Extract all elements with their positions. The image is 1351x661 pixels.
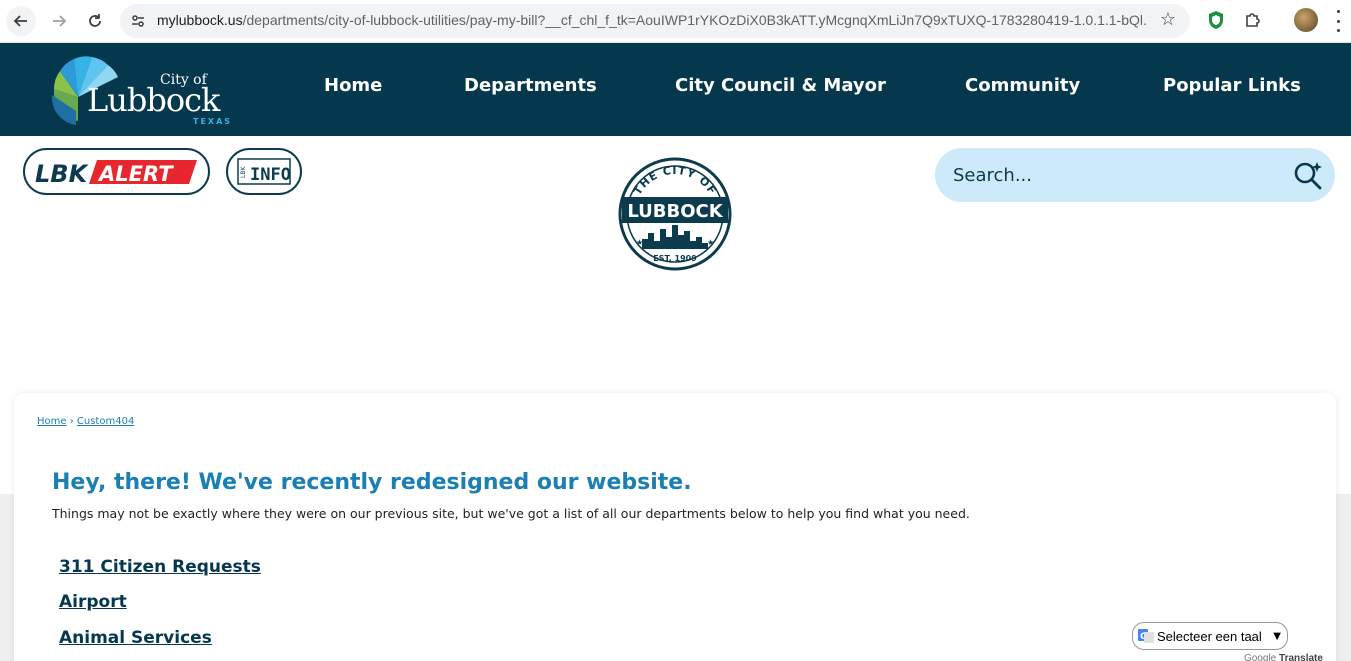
shield-extension-icon[interactable] — [1204, 8, 1228, 32]
browser-menu-icon[interactable] — [1333, 10, 1343, 32]
lbk-info-button[interactable]: LBK INFO — [226, 148, 302, 195]
url-path: /departments/city-of-lubbock-utilities/p… — [242, 12, 1147, 28]
city-seal-emblem: THE CITY OF LUBBOCK EST. 1909 ★ ★ — [618, 157, 732, 271]
browser-toolbar: mylubbock.us/departments/city-of-lubbock… — [0, 0, 1351, 43]
logo-lubbock: Lubbock — [87, 81, 220, 119]
nav-departments[interactable]: Departments — [464, 75, 597, 96]
department-link-airport[interactable]: Airport — [59, 592, 127, 612]
page-title: Hey, there! We've recently redesigned ou… — [52, 470, 692, 495]
svg-text:★: ★ — [707, 238, 714, 247]
nav-home[interactable]: Home — [324, 75, 382, 96]
lbk-alert-logo: LBK ALERT — [35, 160, 197, 188]
breadcrumb: Home › Custom404 — [37, 416, 134, 427]
extensions-puzzle-icon[interactable] — [1241, 8, 1265, 32]
forward-button[interactable] — [44, 6, 74, 36]
site-info-icon[interactable] — [128, 11, 148, 31]
seal-est: EST. 1909 — [653, 254, 697, 263]
department-link-311-citizen-requests[interactable]: 311 Citizen Requests — [59, 557, 261, 577]
alert-prefix: LBK — [35, 160, 90, 188]
svg-text:★: ★ — [636, 238, 643, 247]
seal-name: LUBBOCK — [627, 201, 723, 222]
lbk-info-logo: LBK INFO — [237, 158, 291, 185]
page-intro: Things may not be exactly where they wer… — [52, 506, 970, 521]
lbk-alert-button[interactable]: LBK ALERT — [23, 148, 210, 195]
profile-avatar[interactable] — [1294, 8, 1318, 32]
city-logo[interactable]: City of Lubbock TEXAS — [50, 51, 250, 129]
logo-texas: TEXAS — [193, 117, 233, 126]
nav-community[interactable]: Community — [965, 75, 1080, 96]
search-input[interactable] — [953, 158, 1273, 192]
breadcrumb-home-link[interactable]: Home — [37, 416, 67, 427]
reload-icon — [89, 14, 101, 27]
site-search — [935, 148, 1335, 202]
address-bar[interactable]: mylubbock.us/departments/city-of-lubbock… — [120, 4, 1190, 38]
powered-by-google: Google — [1244, 653, 1277, 661]
chevron-down-icon: ▼ — [1273, 630, 1281, 642]
nav-popular-links[interactable]: Popular Links — [1163, 75, 1301, 96]
bookmark-star-icon[interactable]: ☆ — [1160, 9, 1176, 30]
arrow-left-icon — [13, 15, 27, 27]
back-button[interactable] — [6, 6, 36, 36]
site-header: City of Lubbock TEXAS Home Departments C… — [0, 43, 1351, 136]
info-prefix: LBK — [240, 166, 247, 178]
department-link-animal-services[interactable]: Animal Services — [59, 628, 212, 648]
city-seal[interactable]: THE CITY OF LUBBOCK EST. 1909 ★ ★ — [618, 157, 732, 271]
url-text[interactable]: mylubbock.us/departments/city-of-lubbock… — [157, 12, 1147, 28]
google-translate-icon: G — [1138, 629, 1154, 643]
alert-word: ALERT — [97, 162, 174, 186]
language-select[interactable]: G Selecteer een taal ▼ — [1132, 622, 1288, 650]
powered-by-google-translate[interactable]: Google Translate — [1244, 653, 1323, 661]
breadcrumb-separator: › — [69, 416, 74, 427]
search-icon[interactable] — [1293, 160, 1323, 190]
url-host: mylubbock.us — [157, 12, 243, 28]
content-card: Home › Custom404 Hey, there! We've recen… — [14, 393, 1336, 661]
reload-button[interactable] — [80, 6, 110, 36]
info-word: INFO — [250, 165, 291, 185]
language-select-value: Selecteer een taal — [1157, 628, 1262, 644]
nav-city-council-mayor[interactable]: City Council & Mayor — [675, 75, 886, 96]
breadcrumb-current-link[interactable]: Custom404 — [77, 416, 134, 427]
arrow-right-icon — [53, 15, 67, 27]
powered-by-translate: Translate — [1279, 653, 1323, 661]
